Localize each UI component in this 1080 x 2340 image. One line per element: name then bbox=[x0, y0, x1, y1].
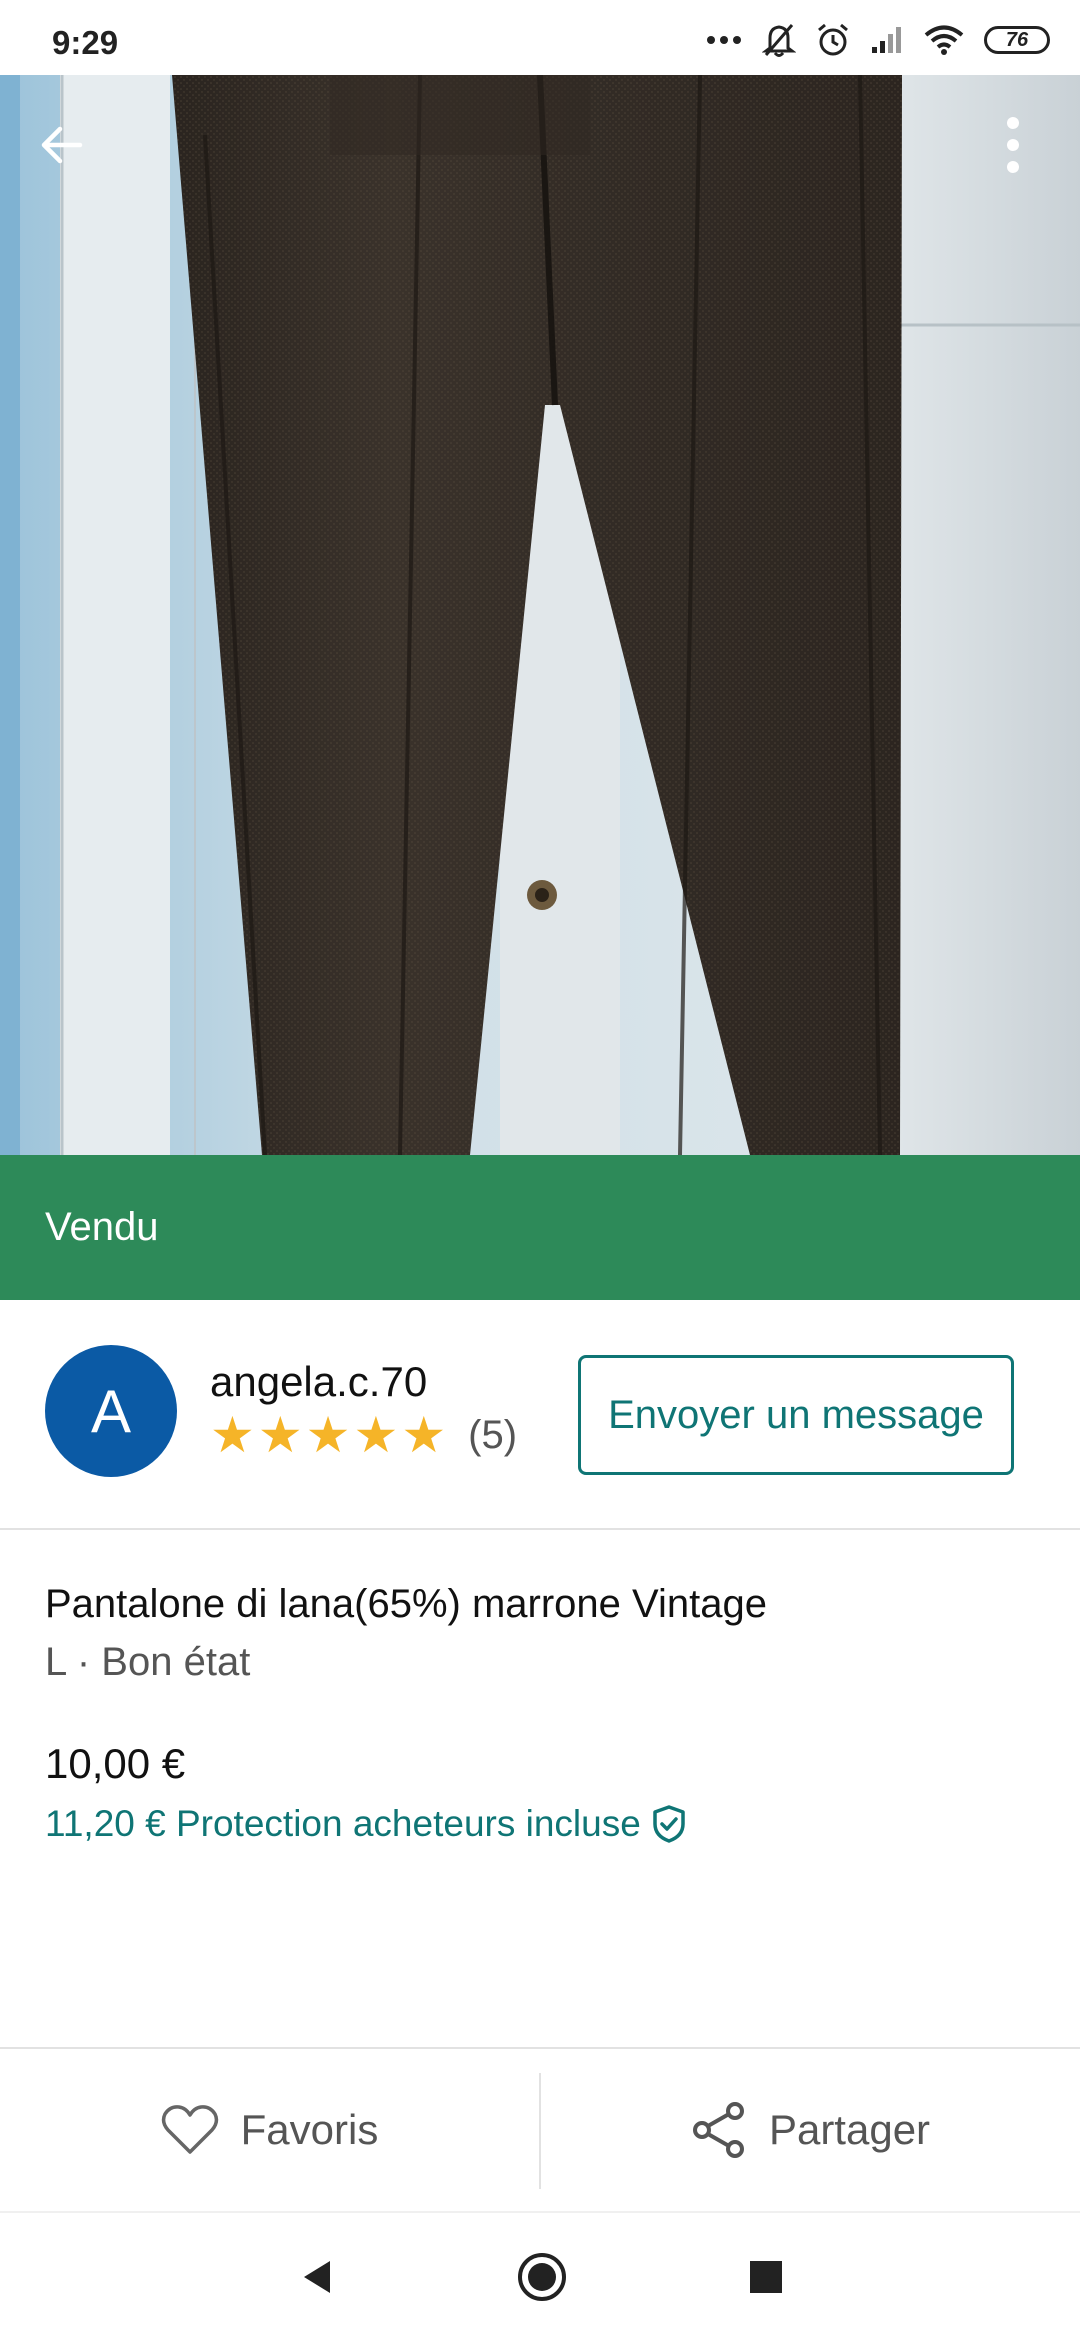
alarm-icon bbox=[816, 22, 850, 58]
circle-home-icon bbox=[518, 2253, 566, 2301]
battery-icon: 76 bbox=[984, 26, 1050, 54]
star-icon: ★ bbox=[401, 1407, 447, 1463]
item-size-condition: L · Bon état bbox=[45, 1640, 251, 1684]
review-count: (5) bbox=[468, 1412, 518, 1457]
bell-off-icon bbox=[762, 22, 796, 58]
system-navigation-bar bbox=[0, 2211, 1080, 2340]
avatar[interactable]: A bbox=[45, 1345, 177, 1477]
nav-home-button[interactable] bbox=[512, 2247, 572, 2307]
status-time: 9:29 bbox=[52, 24, 119, 61]
sold-banner: Vendu bbox=[0, 1155, 1080, 1300]
share-label: Partager bbox=[768, 2106, 931, 2153]
more-vertical-icon bbox=[1007, 117, 1019, 173]
product-image bbox=[0, 75, 1080, 1155]
buyer-protection-text: 11,20 € Protection acheteurs incluse bbox=[45, 1803, 641, 1844]
triangle-back-icon bbox=[304, 2261, 330, 2293]
item-price: 10,00 € bbox=[45, 1740, 186, 1787]
sold-label: Vendu bbox=[45, 1205, 159, 1249]
star-icon: ★ bbox=[353, 1407, 399, 1463]
rating-stars: ★ ★ ★ ★ ★ bbox=[210, 1410, 446, 1460]
seller-name[interactable]: angela.c.70 bbox=[210, 1358, 427, 1406]
favorites-label: Favoris bbox=[240, 2106, 379, 2153]
share-button[interactable]: Partager bbox=[541, 2049, 1080, 2211]
item-title: Pantalone di lana(65%) marrone Vintage bbox=[45, 1582, 767, 1626]
star-icon: ★ bbox=[305, 1407, 351, 1463]
share-icon bbox=[692, 2102, 744, 2158]
action-bar: Favoris Partager bbox=[0, 2047, 1080, 2211]
buyer-protection-link[interactable]: 11,20 € Protection acheteurs incluse bbox=[45, 1803, 687, 1845]
product-photo[interactable] bbox=[0, 75, 1080, 1155]
shield-check-icon bbox=[653, 1805, 685, 1843]
favorites-button[interactable]: Favoris bbox=[0, 2049, 539, 2211]
back-button[interactable] bbox=[30, 113, 94, 177]
signal-icon bbox=[870, 25, 904, 55]
seller-section: A angela.c.70 ★ ★ ★ ★ ★ (5) Envoyer un m… bbox=[0, 1300, 1080, 1530]
status-bar: 9:29 76 bbox=[0, 0, 1080, 75]
seller-rating[interactable]: ★ ★ ★ ★ ★ (5) bbox=[210, 1410, 517, 1460]
square-recents-icon bbox=[750, 2261, 782, 2293]
send-message-button[interactable]: Envoyer un message bbox=[578, 1355, 1014, 1475]
wifi-icon bbox=[924, 24, 964, 56]
nav-recents-button[interactable] bbox=[736, 2247, 796, 2307]
status-icons: 76 bbox=[706, 20, 1050, 60]
more-dots-icon bbox=[706, 35, 742, 45]
nav-back-button[interactable] bbox=[286, 2247, 346, 2307]
more-options-button[interactable] bbox=[986, 113, 1040, 177]
arrow-left-icon bbox=[41, 126, 83, 164]
heart-icon bbox=[161, 2105, 218, 2154]
star-icon: ★ bbox=[210, 1407, 255, 1463]
star-icon: ★ bbox=[257, 1407, 303, 1463]
